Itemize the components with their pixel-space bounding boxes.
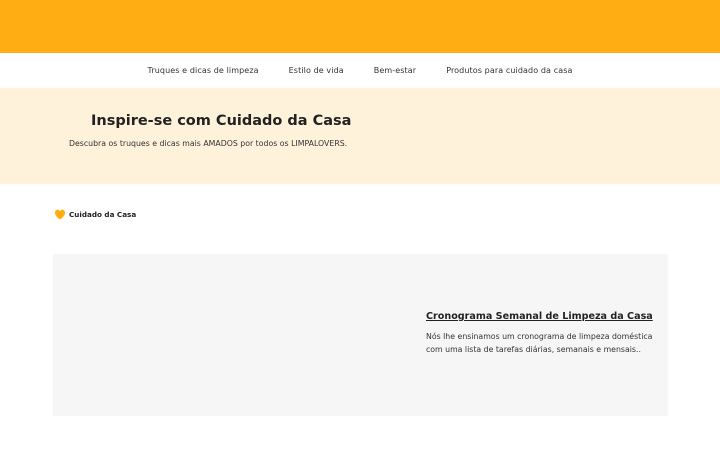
article-description: Nós lhe ensinamos um cronograma de limpe… [426, 332, 653, 354]
hero-title: Inspire-se com Cuidado da Casa [91, 113, 352, 129]
hero-section: Inspire-se com Cuidado da Casa Descubra … [0, 88, 720, 184]
nav-item-bem-estar[interactable]: Bem-estar [374, 66, 416, 75]
main-nav: Truques e dicas de limpeza Estilo de vid… [0, 53, 720, 88]
top-banner [0, 0, 720, 53]
hero-subtitle: Descubra os truques e dicas mais AMADOS … [69, 139, 348, 148]
heart-icon [55, 209, 65, 220]
article-image[interactable] [53, 254, 413, 416]
category-label: Cuidado da Casa [69, 210, 137, 219]
category-tag[interactable]: Cuidado da Casa [55, 209, 136, 220]
nav-item-estilo-de-vida[interactable]: Estilo de vida [289, 66, 344, 75]
article-card: Cronograma Semanal de Limpeza da Casa Nó… [53, 254, 668, 416]
nav-item-truques[interactable]: Truques e dicas de limpeza [148, 66, 259, 75]
article-title-link[interactable]: Cronograma Semanal de Limpeza da Casa [426, 311, 653, 322]
nav-item-produtos[interactable]: Produtos para cuidado da casa [446, 66, 572, 75]
